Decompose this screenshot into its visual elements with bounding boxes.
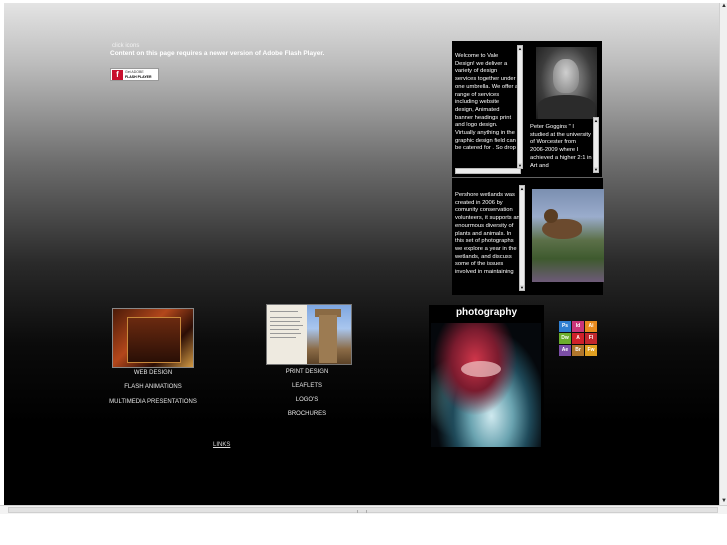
intro-text: Welcome to Vale Design! we deliver a var… <box>455 53 519 152</box>
software-icons: Ps Id Ai Dw A Fl Ae Br Fw <box>559 321 598 357</box>
web-design-thumbnail[interactable] <box>112 308 194 368</box>
wetlands-text: Pershore wetlands was created in 2006 by… <box>455 192 520 276</box>
links-link[interactable]: LINKS <box>213 442 230 448</box>
scroll-down-arrow-icon[interactable]: ▼ <box>520 285 524 290</box>
scroll-up-arrow-icon[interactable]: ▲ <box>594 118 598 123</box>
app-icon-a: A <box>572 333 584 344</box>
app-icon-ae: Ae <box>559 345 571 356</box>
app-icon-br: Br <box>572 345 584 356</box>
scroll-up-arrow-icon[interactable]: ▲ <box>720 3 727 10</box>
browser-viewport: click icons Content on this page require… <box>4 3 723 505</box>
print-design-thumbnail[interactable] <box>266 304 352 365</box>
scroll-up-arrow-icon[interactable]: ▲ <box>520 186 524 191</box>
intro-scrollbar[interactable]: ▲ ▼ <box>517 45 523 169</box>
app-icon-fl: Fl <box>585 333 597 344</box>
bio-scrollbar[interactable]: ▲ ▼ <box>593 117 599 173</box>
wetlands-scrollbar[interactable]: ▲ ▼ <box>519 185 525 291</box>
nav-print-design[interactable]: PRINT DESIGN <box>262 369 352 375</box>
nav-logos[interactable]: LOGO'S <box>262 397 352 403</box>
app-icon-ps: Ps <box>559 321 571 332</box>
app-icon-id: Id <box>572 321 584 332</box>
photography-banner[interactable]: photography <box>429 305 544 447</box>
page-vertical-scrollbar[interactable]: ▲ ▼ <box>719 3 727 505</box>
nav-flash-animations[interactable]: FLASH ANIMATIONS <box>108 384 198 390</box>
bio-text: Peter Goggins " I studied at the univers… <box>530 124 592 169</box>
scroll-down-arrow-icon[interactable]: ▼ <box>720 498 727 505</box>
flash-upgrade-message: Content on this page requires a newer ve… <box>110 50 325 57</box>
nav-web-design[interactable]: WEB DESIGN <box>108 370 198 376</box>
nav-multimedia-presentations[interactable]: MULTIMEDIA PRESENTATIONS <box>108 399 198 405</box>
photography-title: photography <box>455 307 518 318</box>
portrait-photo <box>536 47 597 119</box>
scroll-up-arrow-icon[interactable]: ▲ <box>518 46 522 51</box>
app-icon-ai: Ai <box>585 321 597 332</box>
get-flash-player-button[interactable]: f Get ADOBE FLASH PLAYER <box>110 68 159 81</box>
app-icon-dw: Dw <box>559 333 571 344</box>
flash-badge-line2: FLASH PLAYER <box>125 75 152 79</box>
nav-leaflets[interactable]: LEAFLETS <box>262 383 352 389</box>
page-horizontal-scrollbar[interactable] <box>0 505 727 514</box>
flash-click-label[interactable]: click icons <box>112 43 139 49</box>
scroll-down-arrow-icon[interactable]: ▼ <box>594 167 598 172</box>
duck-photo <box>532 189 604 282</box>
flash-badge-line1: Get ADOBE <box>125 70 144 74</box>
intro-horizontal-scrollbar[interactable] <box>455 168 521 174</box>
flash-logo-icon: f <box>112 70 123 80</box>
nav-brochures[interactable]: BROCHURES <box>262 411 352 417</box>
horizontal-scroll-thumb[interactable] <box>8 507 718 513</box>
app-icon-fw: Fw <box>585 345 597 356</box>
nav-multimedia-label: MULTIMEDIA PRESENTATIONS <box>109 399 197 405</box>
